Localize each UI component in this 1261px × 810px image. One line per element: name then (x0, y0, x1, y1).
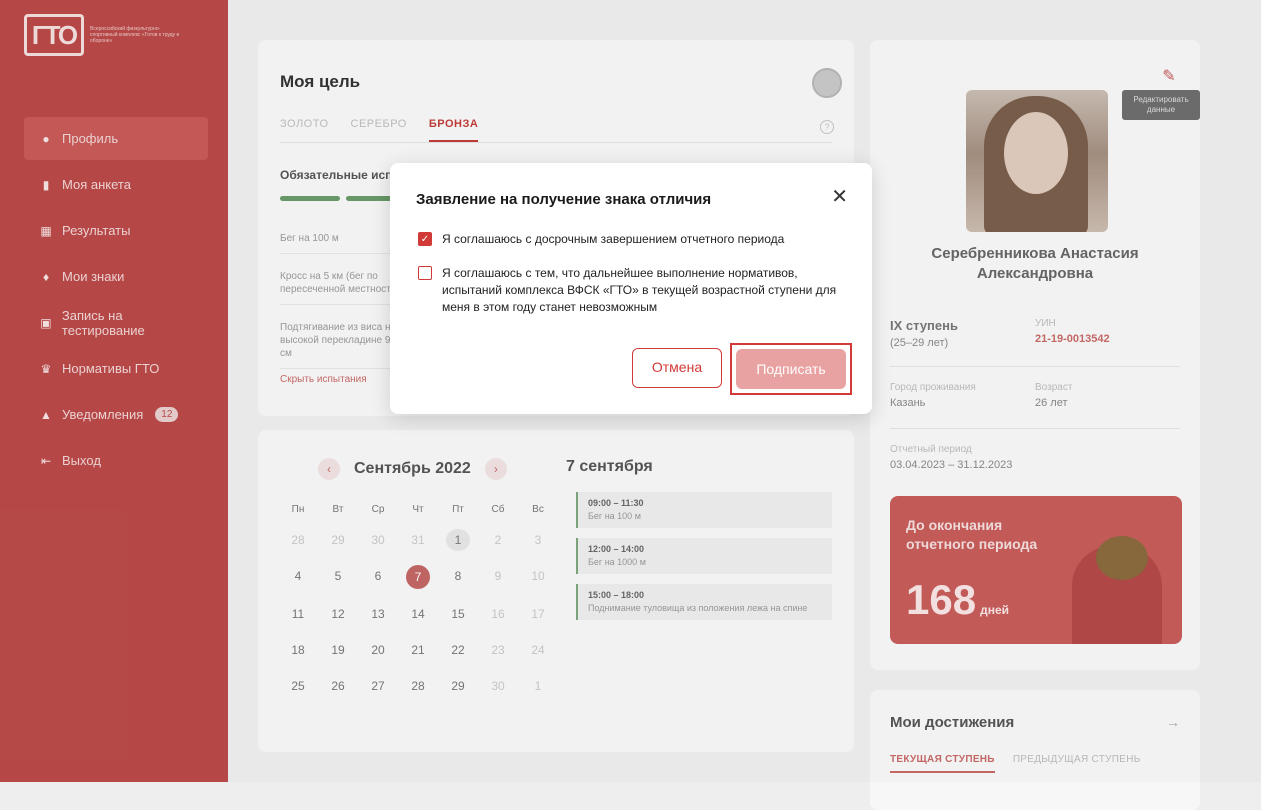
sign-button-highlight: Подписать (730, 343, 852, 395)
checkbox-row-consent[interactable]: Я соглашаюсь с тем, что дальнейшее выпол… (418, 265, 852, 316)
signature-modal: Заявление на получение знака отличия ✕ ✓… (390, 163, 872, 414)
checkbox-row-early-completion[interactable]: ✓ Я соглашаюсь с досрочным завершением о… (418, 231, 852, 248)
cancel-button[interactable]: Отмена (632, 348, 722, 388)
modal-title: Заявление на получение знака отличия (416, 191, 712, 208)
checkbox-label: Я соглашаюсь с тем, что дальнейшее выпол… (442, 266, 837, 314)
sign-button[interactable]: Подписать (736, 349, 846, 389)
checkbox-early-completion[interactable]: ✓ (418, 232, 432, 246)
close-icon[interactable]: ✕ (831, 187, 848, 207)
checkbox-label: Я соглашаюсь с досрочным завершением отч… (442, 232, 785, 246)
checkbox-consent[interactable] (418, 266, 432, 280)
